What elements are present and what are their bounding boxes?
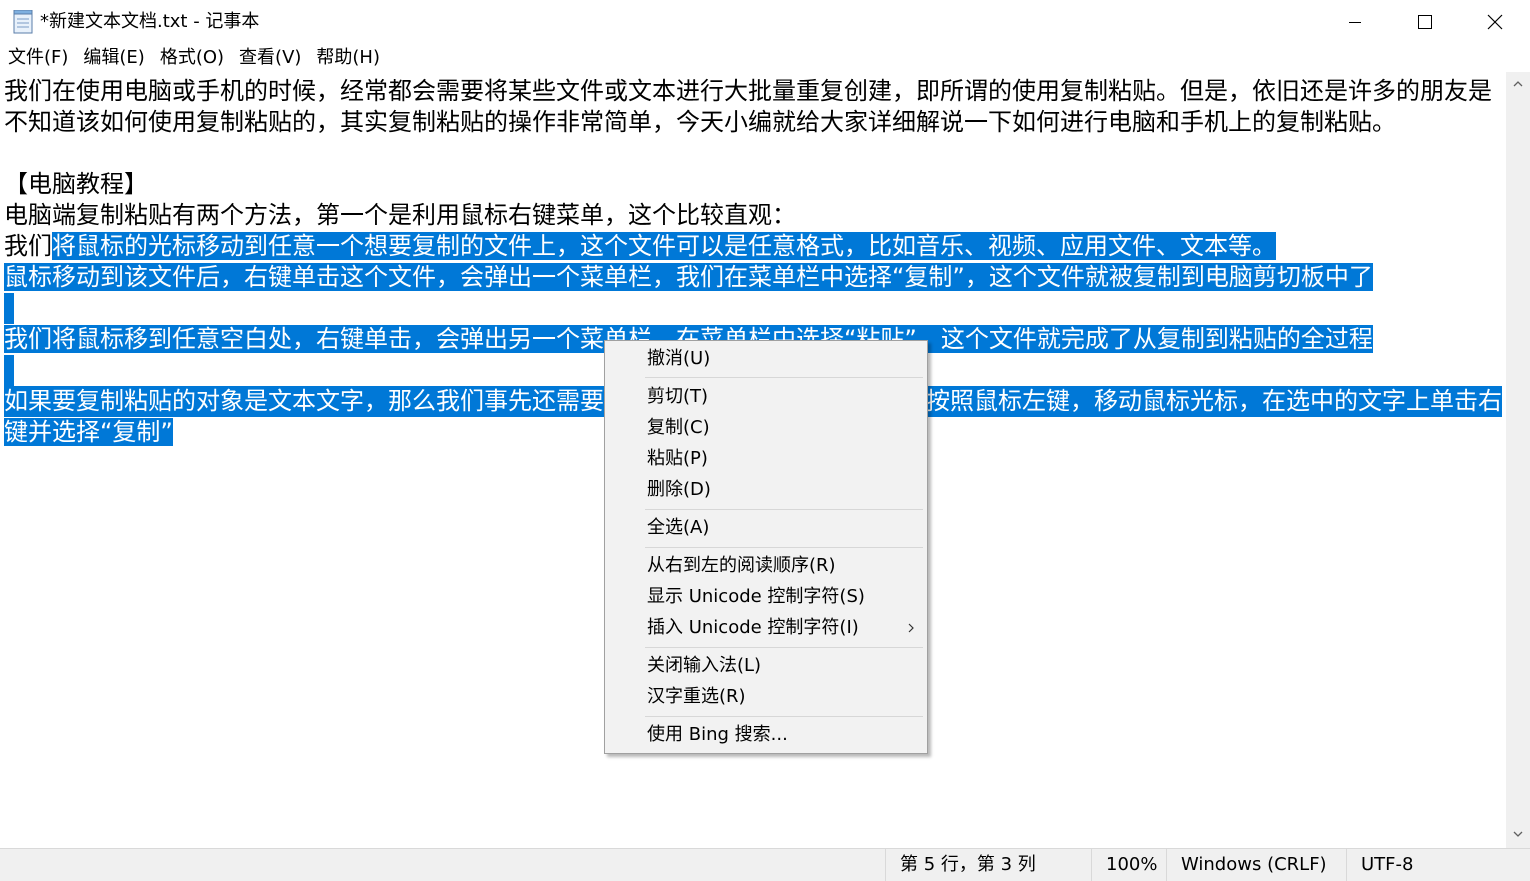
menu-item-label: 复制(C) xyxy=(647,417,710,438)
selected-text: 键并选择“复制” xyxy=(4,418,173,446)
menu-item-label: 使用 Bing 搜索... xyxy=(647,724,788,745)
selected-text: 如果要复制粘贴的对象是文本文字，那么我们事先还需要 xyxy=(4,387,604,415)
menu-item-delete[interactable]: 删除(D) xyxy=(605,475,927,505)
maximize-icon xyxy=(1418,15,1432,29)
window-title: *新建文本文档.txt - 记事本 xyxy=(40,11,260,32)
text-line: 我们将鼠标的光标移动到任意一个想要复制的文件上，这个文件可以是任意格式，比如音乐… xyxy=(4,231,1276,262)
menu-file[interactable]: 文件(F) xyxy=(0,44,75,72)
menu-item-undo[interactable]: 撤消(U) xyxy=(605,344,927,374)
menu-item-label: 关闭输入法(L) xyxy=(647,655,762,676)
maximize-button[interactable] xyxy=(1390,0,1460,44)
text-line: 【电脑教程】 xyxy=(4,170,148,198)
menu-edit[interactable]: 编辑(E) xyxy=(75,44,151,72)
title-bar: *新建文本文档.txt - 记事本 xyxy=(0,0,1530,44)
menu-item-label: 撤消(U) xyxy=(647,348,711,369)
status-bar: 第 5 行，第 3 列 100% Windows (CRLF) UTF-8 xyxy=(0,848,1530,881)
menu-format[interactable]: 格式(O) xyxy=(152,44,231,72)
menu-item-insert-unicode[interactable]: 插入 Unicode 控制字符(I) xyxy=(605,613,927,643)
menu-separator xyxy=(645,647,923,648)
text-line: 键并选择“复制” xyxy=(4,417,173,448)
menu-view[interactable]: 查看(V) xyxy=(231,44,308,72)
menu-item-bing-search[interactable]: 使用 Bing 搜索... xyxy=(605,720,927,750)
menu-item-label: 显示 Unicode 控制字符(S) xyxy=(647,586,865,607)
menu-item-label: 从右到左的阅读顺序(R) xyxy=(647,555,836,576)
menu-item-show-unicode[interactable]: 显示 Unicode 控制字符(S) xyxy=(605,582,927,612)
menu-item-label: 全选(A) xyxy=(647,517,710,538)
menu-item-close-ime[interactable]: 关闭输入法(L) xyxy=(605,651,927,681)
menu-bar: 文件(F) 编辑(E) 格式(O) 查看(V) 帮助(H) xyxy=(0,44,387,72)
menu-separator xyxy=(645,509,923,510)
menu-separator xyxy=(645,547,923,548)
menu-separator xyxy=(645,716,923,717)
menu-item-rtl-reading[interactable]: 从右到左的阅读顺序(R) xyxy=(605,551,927,581)
scroll-up-icon[interactable] xyxy=(1512,78,1524,90)
minimize-button[interactable] xyxy=(1320,0,1390,44)
menu-item-reconvert[interactable]: 汉字重选(R) xyxy=(605,682,927,712)
unselected-text: 我们 xyxy=(4,232,52,260)
text-line: 我们在使用电脑或手机的时候，经常都会需要将某些文件或文本进行大批量重复创建，即所… xyxy=(4,77,1492,105)
encoding: UTF-8 xyxy=(1346,849,1530,881)
text-line: 电脑端复制粘贴有两个方法，第一个是利用鼠标右键菜单，这个比较直观： xyxy=(4,201,796,229)
close-button[interactable] xyxy=(1460,0,1530,44)
close-icon xyxy=(1487,14,1503,30)
notepad-icon xyxy=(13,10,33,34)
menu-item-label: 剪切(T) xyxy=(647,386,709,407)
selected-blank-line xyxy=(4,355,14,386)
zoom-level: 100% xyxy=(1091,849,1168,881)
chevron-right-icon xyxy=(908,623,914,633)
minimize-icon xyxy=(1349,22,1361,23)
menu-item-copy[interactable]: 复制(C) xyxy=(605,413,927,443)
selected-text: 鼠标移动到该文件后，右键单击这个文件，会弹出一个菜单栏，我们在菜单栏中选择“复制… xyxy=(4,263,1373,291)
selected-blank-line xyxy=(4,293,14,324)
text-line: 鼠标移动到该文件后，右键单击这个文件，会弹出一个菜单栏，我们在菜单栏中选择“复制… xyxy=(4,262,1373,293)
menu-item-label: 插入 Unicode 控制字符(I) xyxy=(647,617,859,638)
menu-item-paste[interactable]: 粘贴(P) xyxy=(605,444,927,474)
selected-text: 将鼠标的光标移动到任意一个想要复制的文件上，这个文件可以是任意格式，比如音乐、视… xyxy=(52,232,1276,260)
context-menu: 撤消(U) 剪切(T) 复制(C) 粘贴(P) 删除(D) 全选(A) 从右到左… xyxy=(604,340,928,754)
vertical-scrollbar[interactable] xyxy=(1506,72,1530,848)
cursor-position: 第 5 行，第 3 列 xyxy=(885,849,1092,881)
menu-item-label: 粘贴(P) xyxy=(647,448,708,469)
menu-item-cut[interactable]: 剪切(T) xyxy=(605,382,927,412)
selected-text: 按照鼠标左键，移动鼠标光标，在选中的文字上单击右 xyxy=(926,386,1502,417)
menu-separator xyxy=(645,377,923,378)
text-line: 不知道该如何使用复制粘贴的，其实复制粘贴的操作非常简单，今天小编就给大家详细解说… xyxy=(4,108,1396,136)
menu-item-label: 汉字重选(R) xyxy=(647,686,746,707)
line-ending: Windows (CRLF) xyxy=(1166,849,1341,881)
menu-item-select-all[interactable]: 全选(A) xyxy=(605,513,927,543)
scroll-down-icon[interactable] xyxy=(1512,828,1524,840)
menu-item-label: 删除(D) xyxy=(647,479,711,500)
menu-help[interactable]: 帮助(H) xyxy=(308,44,387,72)
